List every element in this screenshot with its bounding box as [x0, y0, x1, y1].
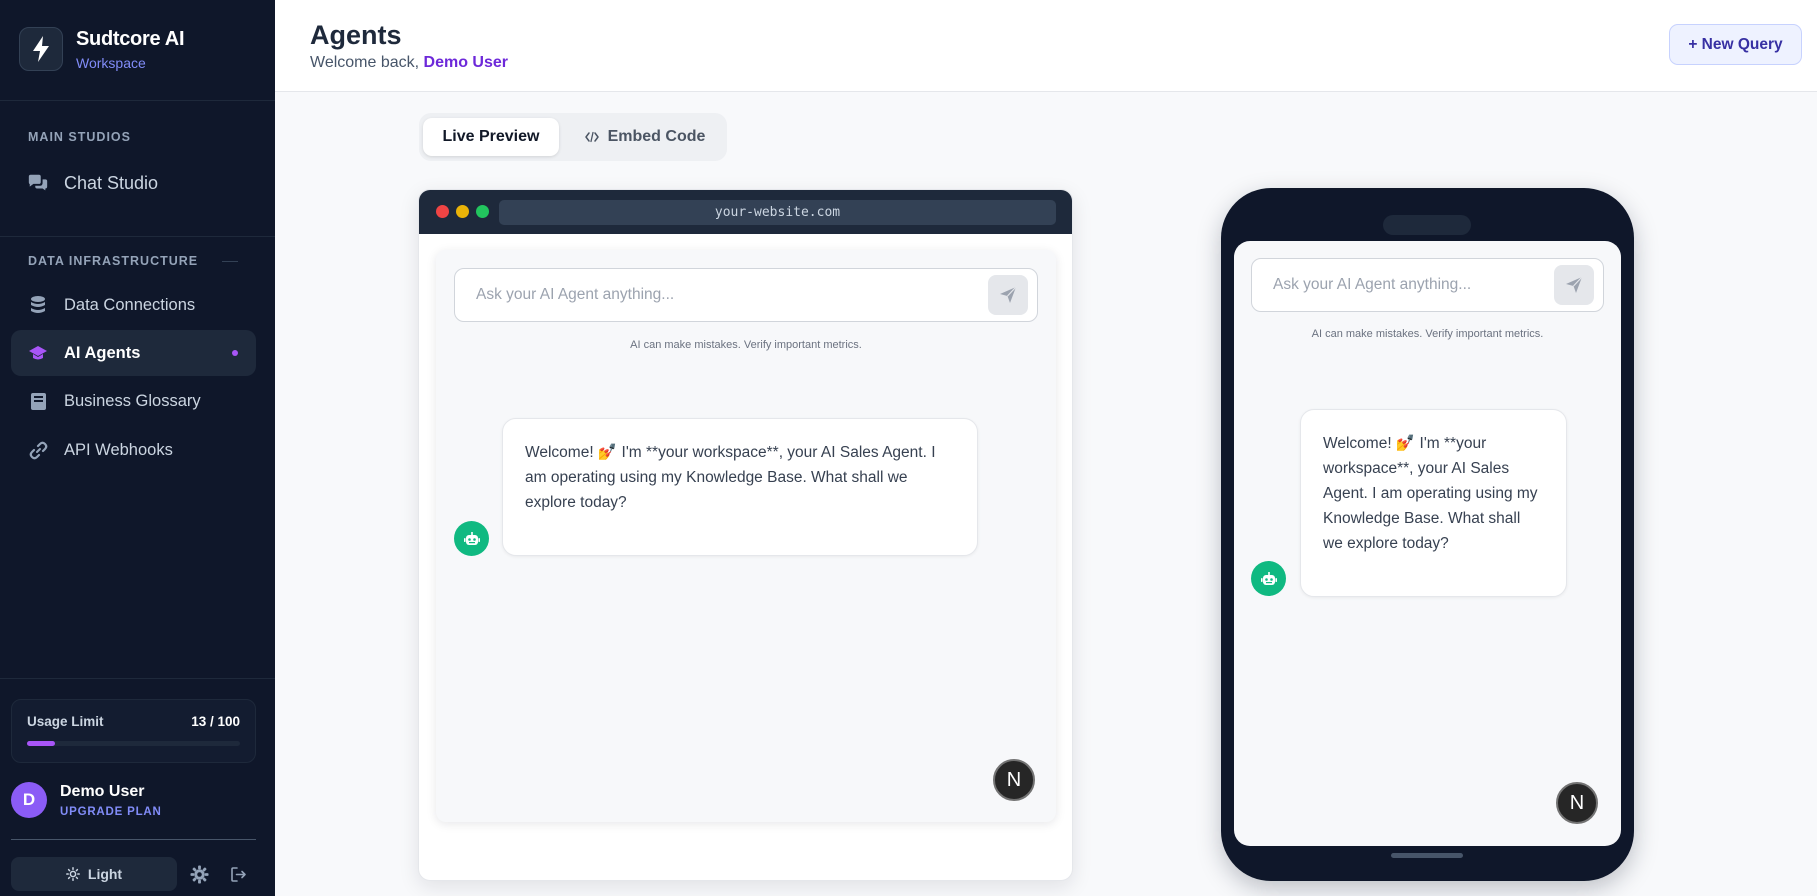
brand[interactable]: Sudtcore AI Workspace: [19, 27, 185, 71]
book-icon: [27, 390, 49, 412]
usage-label: Usage Limit: [27, 714, 104, 729]
sidebar-item-api-webhooks[interactable]: API Webhooks: [11, 427, 256, 473]
link-icon: [27, 439, 49, 461]
bot-welcome-message: Welcome! 💅 I'm **your workspace**, your …: [502, 418, 978, 556]
tab-embed-code[interactable]: Embed Code: [567, 118, 723, 156]
sidebar-item-label: Chat Studio: [64, 172, 159, 193]
robot-icon: [1260, 571, 1277, 586]
graduation-cap-icon: [27, 342, 49, 364]
chat-bubbles-icon: [27, 172, 49, 194]
ai-disclaimer: AI can make mistakes. Verify important m…: [1311, 328, 1544, 340]
sidebar-item-ai-agents[interactable]: AI Agents: [11, 330, 256, 376]
chat-input-placeholder: Ask your AI Agent anything...: [1273, 276, 1472, 293]
gear-icon: [189, 864, 209, 884]
section-label-data-infrastructure: DATA INFRASTRUCTURE: [28, 254, 199, 268]
phone-notch: [1383, 215, 1471, 235]
chat-launcher-button[interactable]: N: [1556, 782, 1598, 824]
sidebar-divider: [11, 839, 256, 840]
welcome-user-name: Demo User: [423, 54, 509, 71]
logout-button[interactable]: [227, 863, 249, 885]
robot-icon: [463, 531, 480, 546]
section-label-main-studios: MAIN STUDIOS: [28, 130, 131, 144]
bot-welcome-message: Welcome! 💅 I'm **your workspace**, your …: [1300, 409, 1567, 597]
bot-avatar: [454, 521, 489, 556]
logout-icon: [230, 866, 247, 883]
theme-toggle-button[interactable]: Light: [11, 857, 177, 891]
section-rule: [222, 261, 238, 262]
brand-subtitle: Workspace: [76, 54, 146, 71]
avatar: D: [11, 782, 47, 818]
desktop-preview-browser: your-website.com Ask your AI Agent anyth…: [418, 189, 1073, 881]
send-icon: [1565, 276, 1583, 294]
sidebar: Sudtcore AI Workspace MAIN STUDIOS Chat …: [0, 0, 275, 896]
chat-input-placeholder: Ask your AI Agent anything...: [476, 286, 675, 303]
brand-title: Sudtcore AI: [76, 27, 185, 50]
database-icon: [27, 294, 49, 316]
browser-url-bar: your-website.com: [499, 200, 1056, 225]
mobile-preview-phone: Ask your AI Agent anything... AI can mak…: [1221, 188, 1634, 881]
sidebar-divider: [0, 678, 275, 679]
code-icon: [584, 131, 599, 143]
chat-input[interactable]: Ask your AI Agent anything...: [454, 268, 1038, 322]
sidebar-item-label: Business Glossary: [64, 391, 201, 410]
new-query-button[interactable]: + New Query: [1669, 24, 1802, 65]
page-header: Agents Welcome back, Demo User + New Que…: [275, 0, 1817, 92]
active-indicator-dot: [232, 350, 238, 356]
send-button[interactable]: [988, 275, 1028, 315]
sidebar-item-chat-studio[interactable]: Chat Studio: [11, 160, 256, 206]
send-button[interactable]: [1554, 265, 1594, 305]
user-profile[interactable]: D Demo User UPGRADE PLAN: [11, 782, 162, 818]
usage-limit-card: Usage Limit 13 / 100: [11, 699, 256, 763]
welcome-message: Welcome back, Demo User: [310, 54, 508, 72]
bot-avatar: [1251, 561, 1286, 596]
page-title: Agents: [310, 20, 402, 50]
welcome-prefix: Welcome back,: [310, 54, 424, 71]
phone-home-indicator: [1391, 853, 1463, 858]
sidebar-divider: [0, 236, 275, 237]
usage-count: 13 / 100: [191, 714, 240, 729]
sidebar-item-business-glossary[interactable]: Business Glossary: [11, 378, 256, 424]
chat-launcher-button[interactable]: N: [993, 759, 1035, 801]
sidebar-divider: [0, 100, 275, 101]
chat-input[interactable]: Ask your AI Agent anything...: [1251, 258, 1604, 312]
browser-toolbar: your-website.com: [419, 190, 1072, 234]
usage-progress-bar: [27, 741, 240, 746]
chat-widget-desktop: Ask your AI Agent anything... AI can mak…: [436, 250, 1056, 822]
window-close-dot: [436, 205, 449, 218]
chat-widget-mobile: Ask your AI Agent anything... AI can mak…: [1234, 241, 1621, 846]
send-icon: [999, 286, 1017, 304]
ai-disclaimer: AI can make mistakes. Verify important m…: [630, 339, 862, 351]
sidebar-item-label: AI Agents: [64, 343, 141, 362]
theme-toggle-label: Light: [87, 866, 123, 882]
sidebar-item-label: Data Connections: [64, 295, 196, 314]
tab-label: Embed Code: [607, 128, 706, 145]
upgrade-plan-link[interactable]: UPGRADE PLAN: [60, 806, 162, 818]
sun-icon: [65, 867, 80, 881]
tab-live-preview[interactable]: Live Preview: [423, 118, 559, 156]
usage-progress-fill: [27, 741, 55, 746]
lightning-bolt-icon: [19, 27, 63, 71]
window-maximize-dot: [476, 205, 489, 218]
sidebar-item-label: API Webhooks: [64, 440, 173, 459]
preview-tabs: Live Preview Embed Code: [419, 113, 727, 161]
user-name: Demo User: [60, 782, 145, 800]
sidebar-item-data-connections[interactable]: Data Connections: [11, 282, 256, 328]
window-minimize-dot: [456, 205, 469, 218]
settings-button[interactable]: [188, 863, 210, 885]
